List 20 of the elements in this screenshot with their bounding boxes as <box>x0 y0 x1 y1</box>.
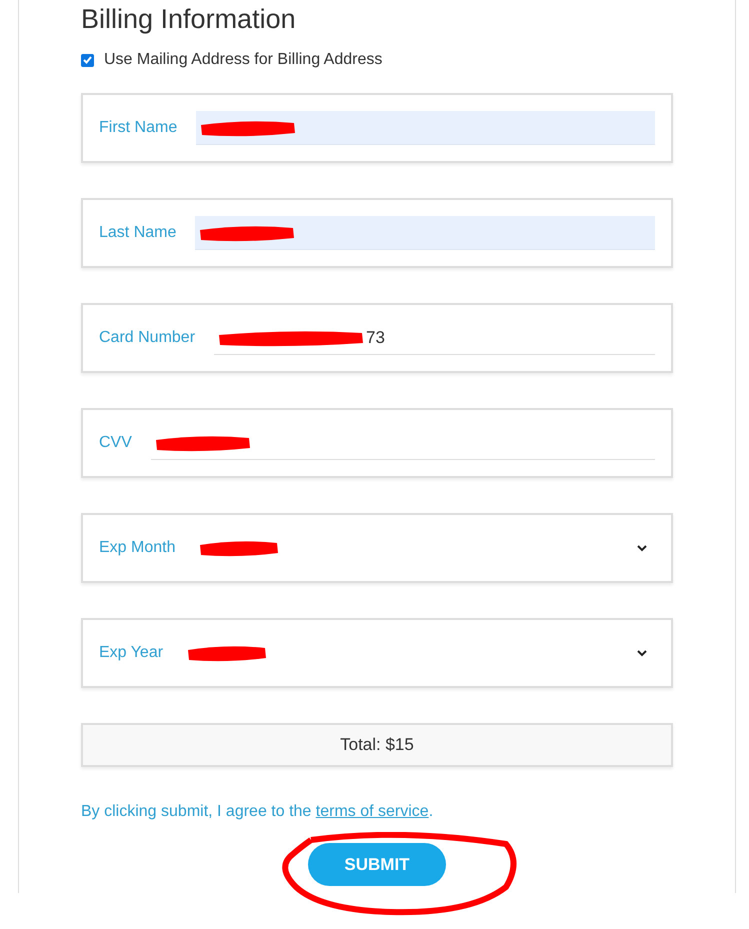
field-label: CVV <box>99 434 132 452</box>
input-field[interactable] <box>196 111 655 145</box>
field-label: First Name <box>99 119 178 137</box>
chevron-down-icon <box>637 650 647 656</box>
select-field[interactable]: Exp Year <box>81 618 673 688</box>
field-label: Last Name <box>99 224 176 242</box>
field-label: Card Number <box>99 329 196 347</box>
checkbox[interactable] <box>81 54 94 66</box>
agreement-text: By clicking submit, I agree to the terms of service. <box>81 803 434 821</box>
submit-button[interactable]: SUBMIT <box>308 843 446 886</box>
checkbox-label: Use Mailing Address for Billing Address <box>104 51 382 69</box>
chevron-down-icon <box>637 544 647 552</box>
input-field[interactable] <box>195 216 655 250</box>
field-label: Exp Year <box>99 644 164 662</box>
section-title: Billing Information <box>81 3 297 36</box>
terms-link[interactable]: terms of service <box>316 803 429 820</box>
select-field[interactable]: Exp Month <box>81 513 673 583</box>
field-label: Exp Month <box>99 539 176 557</box>
input-field[interactable]: 73 <box>214 321 655 355</box>
total-amount: Total: $15 <box>81 723 673 767</box>
